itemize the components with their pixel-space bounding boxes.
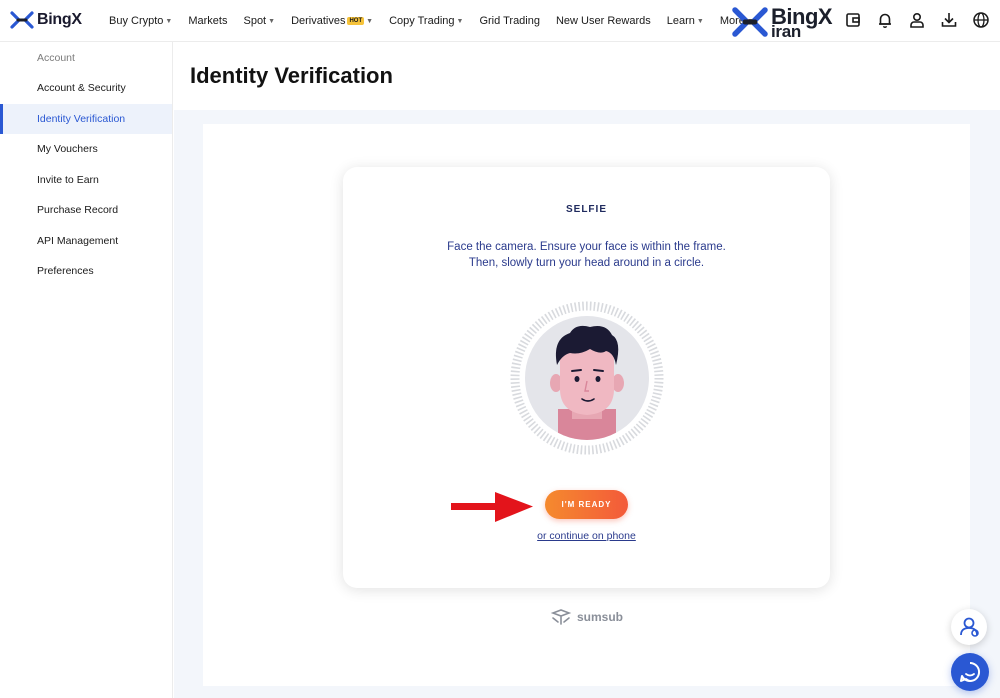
- nav-spot[interactable]: Spot ▼: [243, 15, 275, 27]
- nav-markets[interactable]: Markets: [188, 15, 227, 27]
- nav-grid-trading-label: Grid Trading: [479, 15, 540, 27]
- agent-icon: [960, 617, 979, 637]
- caret-down-icon: ▼: [696, 17, 704, 25]
- nav-grid-trading[interactable]: Grid Trading: [479, 15, 540, 27]
- main-nav: Buy Crypto ▼ Markets Spot ▼ Derivatives HOT…: [109, 0, 770, 42]
- caret-down-icon: ▼: [366, 17, 374, 25]
- globe-icon[interactable]: [972, 11, 990, 29]
- sidebar-item-my-vouchers[interactable]: My Vouchers: [0, 134, 172, 164]
- sidebar-item-api-management[interactable]: API Management: [0, 226, 172, 256]
- red-arrow-annotation: [451, 492, 533, 522]
- nav-markets-label: Markets: [188, 15, 228, 27]
- chat-bubble-icon: [960, 661, 981, 682]
- bingx-iran-logo-icon: [732, 7, 768, 37]
- user-icon[interactable]: [908, 11, 926, 29]
- chat-button[interactable]: [951, 653, 989, 691]
- caret-down-icon: ▼: [165, 17, 173, 25]
- sumsub-branding: sumsub: [550, 608, 623, 626]
- sidebar-item-preferences[interactable]: Preferences: [0, 256, 172, 286]
- bingx-logo[interactable]: BingX: [10, 11, 82, 29]
- page-title: Identity Verification: [190, 63, 393, 88]
- selfie-title: SELFIE: [565, 204, 607, 215]
- sumsub-logo-icon: [550, 609, 572, 625]
- nav-copy-trading[interactable]: Copy Trading ▼: [389, 15, 463, 27]
- nav-learn-label: Learn: [666, 15, 695, 27]
- nav-derivatives-label: Derivatives: [291, 15, 346, 27]
- instruction-line-1: Face the camera. Ensure your face is wit…: [447, 241, 726, 253]
- sidebar-item-invite-to-earn[interactable]: Invite to Earn: [0, 165, 172, 195]
- nav-new-user-rewards-label: New User Rewards: [555, 15, 651, 27]
- arrow-shaft: [451, 503, 501, 510]
- bingx-iran-logo: BingX iran: [731, 4, 833, 41]
- nav-spot-label: Spot: [243, 15, 267, 27]
- nav-buy-crypto-label: Buy Crypto: [109, 15, 164, 27]
- selfie-card: SELFIE Face the camera. Ensure your face…: [343, 167, 830, 588]
- instruction-line-2: Then, slowly turn your head around in a …: [468, 257, 705, 269]
- top-navigation-bar: BingX Buy Crypto ▼ Markets Spot ▼ Derivati…: [0, 0, 1000, 42]
- caret-down-icon: ▼: [456, 17, 464, 25]
- bell-icon[interactable]: [876, 11, 894, 29]
- bingx-logo-icon: [10, 11, 34, 29]
- nav-learn[interactable]: Learn ▼: [667, 15, 704, 27]
- face-illustration: [510, 301, 664, 455]
- selfie-instructions: Face the camera. Ensure your face is wit…: [343, 239, 830, 271]
- nav-buy-crypto[interactable]: Buy Crypto ▼: [109, 15, 172, 27]
- wallet-icon[interactable]: [844, 11, 862, 29]
- sidebar-heading: Account: [37, 52, 75, 64]
- account-sidebar: Account Account & Security Identity Veri…: [0, 42, 173, 698]
- sidebar-item-purchase-record[interactable]: Purchase Record: [0, 195, 172, 225]
- hot-badge: HOT: [347, 17, 365, 25]
- bingx-iran-logo-line2: iran: [771, 22, 801, 41]
- sumsub-text: sumsub: [577, 610, 624, 624]
- nav-copy-trading-label: Copy Trading: [389, 15, 455, 27]
- support-agent-button[interactable]: [951, 609, 987, 645]
- sidebar-item-identity-verification[interactable]: Identity Verification: [0, 104, 172, 134]
- arrow-head: [495, 492, 533, 522]
- sidebar-item-account-security[interactable]: Account & Security: [0, 73, 172, 103]
- bingx-logo-text: BingX: [37, 11, 82, 28]
- nav-new-user-rewards[interactable]: New User Rewards: [556, 15, 651, 27]
- im-ready-button[interactable]: I'M READY: [545, 490, 628, 519]
- continue-on-phone-link[interactable]: or continue on phone: [343, 530, 830, 542]
- download-icon[interactable]: [940, 11, 958, 29]
- nav-derivatives[interactable]: Derivatives HOT ▼: [291, 15, 373, 27]
- caret-down-icon: ▼: [268, 17, 276, 25]
